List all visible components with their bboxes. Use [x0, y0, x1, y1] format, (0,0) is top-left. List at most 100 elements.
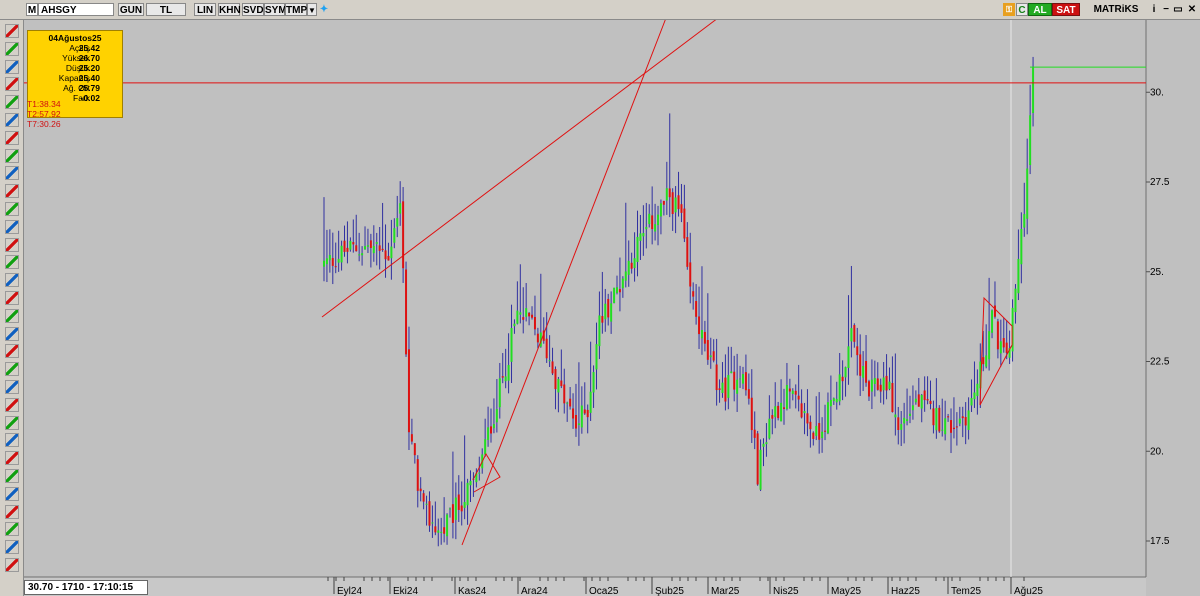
candle-body	[973, 392, 976, 400]
candle-body	[358, 254, 361, 256]
candle-body	[873, 377, 876, 384]
x-tick-label: Mar25	[711, 586, 740, 596]
candle-body	[630, 262, 633, 269]
arrow-down-tool-icon[interactable]	[5, 130, 19, 145]
arc-tool-icon[interactable]	[5, 308, 19, 323]
khn-button[interactable]: KHN	[218, 3, 241, 16]
candle-body	[548, 360, 551, 362]
period-button[interactable]: GUN	[118, 3, 144, 16]
dropdown-arrow-icon[interactable]: ▼	[307, 3, 317, 16]
candle-body	[443, 527, 446, 534]
candle-body	[733, 371, 736, 390]
info-value: 25.40	[78, 73, 100, 83]
candle-body	[803, 411, 806, 414]
candle-body	[323, 260, 325, 267]
candle-body	[375, 242, 378, 244]
candle-body	[818, 423, 821, 440]
marker-tool-icon[interactable]	[5, 540, 19, 555]
currency-button[interactable]: TL	[146, 3, 186, 16]
zigzag-tool-icon[interactable]	[5, 451, 19, 466]
candle-body	[440, 531, 443, 533]
candle-body	[337, 258, 340, 263]
erase-tool-icon[interactable]	[5, 469, 19, 483]
gann-tool-icon[interactable]	[5, 219, 19, 234]
grid-tool-icon[interactable]	[5, 486, 19, 501]
channel-tool-icon[interactable]	[5, 77, 19, 92]
lock-icon[interactable]: ⚿	[1003, 3, 1015, 16]
candle-body	[466, 482, 469, 506]
candle-body	[985, 355, 988, 367]
candle-body	[698, 316, 701, 335]
tmp-button[interactable]: TMP	[285, 3, 307, 16]
candle-body	[390, 246, 393, 259]
linear-button[interactable]: LIN	[194, 3, 216, 16]
print-icon[interactable]: ▭	[1172, 3, 1184, 16]
cursor-tool-icon[interactable]	[5, 24, 19, 38]
sym-button[interactable]: SYM	[264, 3, 287, 16]
candle-body	[577, 423, 580, 426]
candle-body	[955, 426, 958, 428]
spiral-tool-icon[interactable]	[5, 326, 19, 341]
line-tool-icon[interactable]	[5, 59, 19, 74]
sell-button[interactable]: SAT	[1052, 3, 1080, 16]
andrews-tool-icon[interactable]	[5, 380, 19, 394]
regression-tool-icon[interactable]	[5, 362, 19, 377]
candle-body	[1029, 115, 1032, 166]
candle-body	[744, 372, 747, 391]
drawing-tools-sidebar	[0, 20, 24, 596]
close-icon[interactable]: ✕	[1186, 3, 1198, 16]
x-tick-label: Nis25	[773, 586, 799, 596]
candle-body	[909, 413, 911, 417]
twitter-icon[interactable]: ✦	[318, 3, 330, 16]
candle-body	[592, 372, 595, 393]
price-chart[interactable]: 17.5 20. 22.5 25. 27.5 30. Eyl24 Eki24 Kas24 Ara…	[0, 0, 1200, 596]
ellipse-tool-icon[interactable]	[5, 166, 19, 181]
candle-body	[856, 346, 859, 356]
candle-body	[522, 317, 525, 320]
info-value: 25.20	[78, 63, 100, 73]
cycle-tool-icon[interactable]	[5, 255, 19, 270]
wave-tool-icon[interactable]	[5, 273, 19, 288]
info-icon[interactable]: i	[1148, 3, 1160, 16]
candle-body	[501, 376, 504, 378]
candle-body	[636, 236, 639, 263]
pencil-tool-icon[interactable]	[5, 41, 19, 56]
text-tool-icon[interactable]	[5, 148, 19, 163]
candle-body	[325, 258, 328, 265]
arrow-up-tool-icon[interactable]	[5, 113, 19, 127]
delete-tool-icon[interactable]	[5, 558, 19, 572]
candle-body	[783, 407, 786, 409]
menu-button[interactable]: M	[26, 3, 38, 16]
minimize-icon[interactable]: −	[1160, 3, 1172, 16]
ruler-tool-icon[interactable]	[5, 504, 19, 519]
fan-tool-icon[interactable]	[5, 202, 19, 216]
candle-body	[598, 315, 601, 347]
buy-button[interactable]: AL	[1028, 3, 1052, 16]
x-tick-label: Şub25	[655, 586, 684, 596]
candle-body	[689, 262, 692, 287]
candle-body	[1002, 338, 1005, 348]
pitchfork-tool-icon[interactable]	[5, 237, 19, 252]
harmonic-tool-icon[interactable]	[5, 415, 19, 430]
candle-body	[785, 384, 788, 409]
svd-button[interactable]: SVD	[242, 3, 264, 16]
trend-tool-icon[interactable]	[5, 433, 19, 448]
plot-area	[24, 20, 1146, 577]
candle-body	[451, 504, 454, 523]
candle-body	[882, 377, 885, 391]
rect-tool-icon[interactable]	[5, 184, 19, 199]
triangle-tool-icon[interactable]	[5, 291, 19, 305]
candle-body	[528, 312, 531, 317]
speed-tool-icon[interactable]	[5, 344, 19, 359]
box-tool-icon[interactable]	[5, 522, 19, 537]
candle-body	[361, 253, 364, 256]
y-tick-label: 17.5	[1150, 536, 1170, 547]
candle-body	[700, 330, 703, 339]
symbol-field[interactable]: AHSGY	[38, 3, 114, 16]
elliott-tool-icon[interactable]	[5, 397, 19, 412]
candle-body	[993, 305, 996, 317]
candle-body	[463, 502, 466, 508]
fib-tool-icon[interactable]	[5, 95, 19, 110]
candle-body	[944, 418, 947, 435]
refresh-icon[interactable]: C	[1016, 3, 1028, 16]
